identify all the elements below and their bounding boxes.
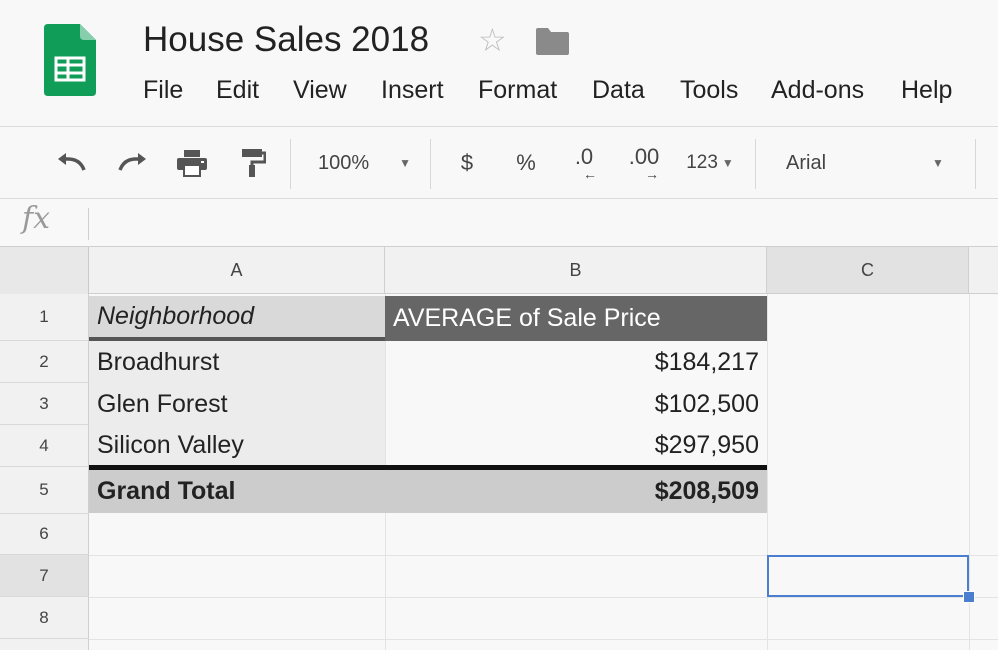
formula-input[interactable]: [100, 205, 990, 241]
zoom-select[interactable]: 100% ▼: [300, 127, 420, 199]
select-all-corner[interactable]: [0, 247, 89, 295]
menu-insert[interactable]: Insert: [381, 76, 444, 105]
toolbar-separator: [430, 139, 431, 189]
increase-decimal-label: .00: [628, 144, 660, 169]
document-title[interactable]: House Sales 2018: [143, 20, 429, 60]
cell-a2-neighborhood[interactable]: Broadhurst: [89, 341, 385, 383]
more-formats-label: 123: [686, 152, 718, 173]
percent-format-button[interactable]: %: [508, 127, 544, 199]
zoom-value: 100%: [318, 151, 370, 174]
menu-edit[interactable]: Edit: [216, 76, 259, 105]
cell-b5-grand-total[interactable]: $208,509: [385, 470, 767, 513]
menu-view[interactable]: View: [293, 76, 347, 105]
pivot-header-neighborhood[interactable]: Neighborhood: [89, 296, 385, 337]
toolbar-separator: [290, 139, 291, 189]
percent-label: %: [516, 150, 536, 175]
grid-line: [89, 597, 998, 598]
column-header-a[interactable]: A: [89, 247, 385, 294]
column-header-d[interactable]: [969, 247, 998, 294]
decrease-decimal-button[interactable]: .0 ←: [564, 127, 604, 199]
toolbar-separator: [975, 139, 976, 189]
toolbar: 100% ▼ $ % .0 ← .00 → 123 ▼ Arial ▼: [0, 127, 998, 199]
chevron-down-icon: ▼: [721, 156, 734, 170]
currency-format-button[interactable]: $: [450, 127, 484, 199]
font-name: Arial: [786, 151, 827, 174]
row-header-2[interactable]: 2: [0, 341, 89, 383]
fx-icon: fx: [22, 201, 51, 236]
pivot-header-average-sale-price[interactable]: AVERAGE of Sale Price: [385, 296, 767, 341]
more-formats-button[interactable]: 123 ▼: [680, 127, 740, 199]
row-header-4[interactable]: 4: [0, 425, 89, 467]
font-select[interactable]: Arial ▼: [770, 127, 960, 199]
row-header-1[interactable]: 1: [0, 294, 89, 341]
increase-decimal-button[interactable]: .00 →: [622, 127, 666, 199]
arrow-left-icon: ←: [583, 166, 597, 182]
menu-data[interactable]: Data: [592, 76, 645, 105]
arrow-right-icon: →: [645, 166, 659, 182]
print-icon[interactable]: [170, 127, 214, 199]
selected-cell-c7[interactable]: [767, 555, 969, 597]
star-icon[interactable]: ☆: [478, 24, 507, 56]
cell-b4-average[interactable]: $297,950: [385, 425, 767, 465]
redo-icon[interactable]: [110, 127, 154, 199]
undo-icon[interactable]: [50, 127, 94, 199]
folder-icon[interactable]: [536, 28, 569, 55]
toolbar-separator: [755, 139, 756, 189]
row-header-6[interactable]: 6: [0, 514, 89, 555]
cell-b3-average[interactable]: $102,500: [385, 383, 767, 425]
cell-a3-neighborhood[interactable]: Glen Forest: [89, 383, 385, 425]
cell-b2-average[interactable]: $184,217: [385, 341, 767, 383]
row-header-9[interactable]: [0, 639, 89, 650]
menu-help[interactable]: Help: [901, 76, 952, 105]
grid-line: [89, 639, 998, 640]
fill-handle[interactable]: [963, 591, 975, 603]
cell-a4-neighborhood[interactable]: Silicon Valley: [89, 425, 385, 465]
currency-label: $: [460, 150, 474, 175]
menu-tools[interactable]: Tools: [680, 76, 738, 105]
chevron-down-icon: ▼: [932, 156, 944, 170]
menu-file[interactable]: File: [143, 76, 183, 105]
cell-a5-grand-total[interactable]: Grand Total: [89, 470, 385, 513]
row-header-5[interactable]: 5: [0, 467, 89, 514]
decrease-decimal-label: .0: [574, 144, 594, 169]
row-header-3[interactable]: 3: [0, 383, 89, 425]
chevron-down-icon: ▼: [399, 156, 412, 170]
row-header-8[interactable]: 8: [0, 597, 89, 639]
column-header-b[interactable]: B: [385, 247, 767, 294]
paint-format-icon[interactable]: [230, 127, 274, 199]
menu-format[interactable]: Format: [478, 76, 557, 105]
row-header-7[interactable]: 7: [0, 555, 89, 597]
sheets-logo-icon[interactable]: [44, 24, 96, 96]
menu-addons[interactable]: Add-ons: [771, 76, 864, 105]
formula-bar-separator: [88, 208, 89, 240]
column-header-c[interactable]: C: [767, 247, 969, 294]
